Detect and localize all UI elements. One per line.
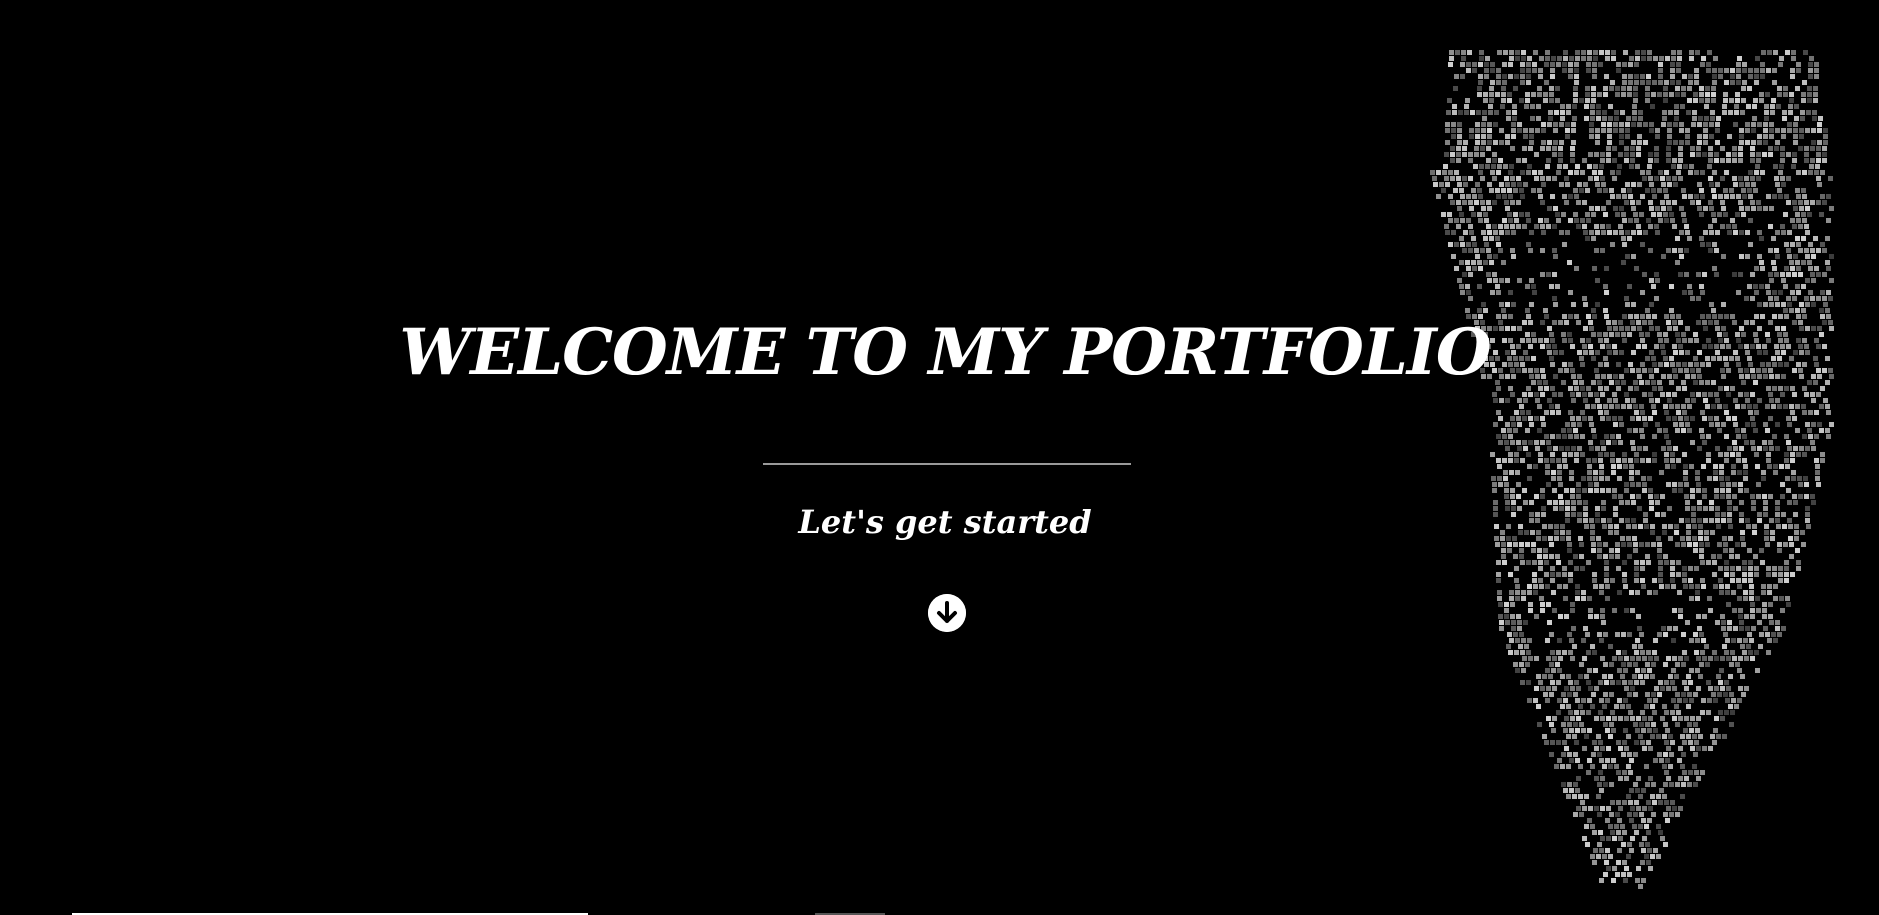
hero-content: WELCOME TO MY PORTFOLIO Let's get starte…: [0, 0, 1879, 915]
hero-subtitle: Let's get started: [798, 503, 1092, 541]
arrow-down-circle-icon: [928, 594, 966, 632]
hero-title: WELCOME TO MY PORTFOLIO: [399, 315, 1491, 390]
hero-section: WELCOME TO MY PORTFOLIO Let's get starte…: [0, 0, 1879, 915]
title-divider: [763, 463, 1131, 465]
scroll-down-button[interactable]: [928, 594, 966, 632]
